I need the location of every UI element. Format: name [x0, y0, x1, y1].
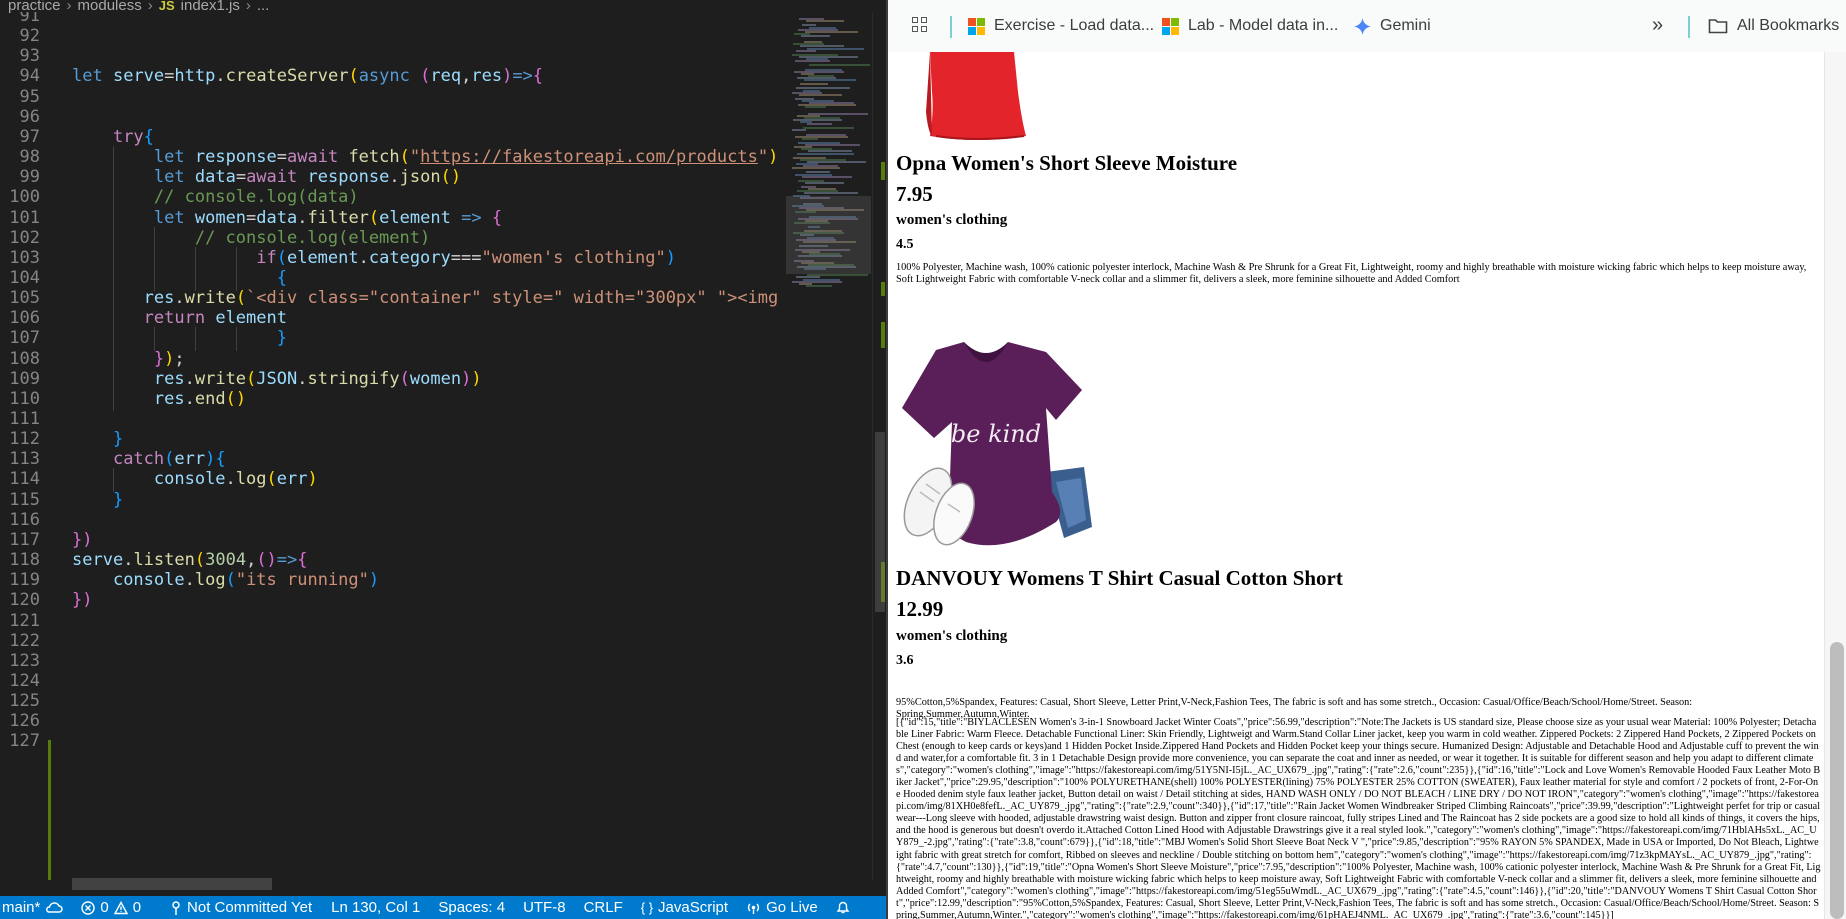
error-count: 0	[100, 899, 109, 916]
editor-vertical-scrollbar[interactable]	[872, 12, 886, 880]
minimap-line	[805, 144, 860, 147]
minimap-line	[809, 64, 870, 67]
folder-icon	[1708, 19, 1728, 34]
minimap-line	[807, 123, 832, 126]
scrollbar-change-mark	[881, 282, 885, 296]
branch-status[interactable]: main*	[0, 899, 72, 916]
cursor-position[interactable]: Ln 130, Col 1	[321, 899, 429, 916]
bookmark-separator	[1688, 16, 1690, 38]
problems-status[interactable]: 0 0	[72, 899, 150, 916]
branch-label: main*	[2, 899, 41, 916]
notifications-button[interactable]	[827, 900, 859, 915]
minimap-line	[803, 127, 854, 130]
all-bookmarks-button[interactable]: All Bookmarks	[1708, 17, 1839, 35]
warning-count: 0	[132, 899, 142, 916]
bookmark-label: Lab - Model data in...	[1188, 17, 1339, 34]
code-line[interactable]: 127	[0, 730, 785, 754]
eol-status[interactable]: CRLF	[575, 899, 632, 916]
encoding-status[interactable]: UTF-8	[514, 899, 575, 916]
page-scrollbar[interactable]	[1824, 52, 1846, 919]
git-added-gutter-mark	[48, 740, 51, 880]
sync-cloud-icon	[46, 901, 64, 913]
browser-window: Exercise - Load data... Lab - Model data…	[886, 0, 1846, 919]
minimap-line	[799, 93, 842, 96]
gemini-icon	[1354, 17, 1371, 35]
scrollbar-thumb[interactable]	[875, 432, 885, 612]
minimap-line	[792, 167, 840, 170]
minimap-line	[802, 137, 818, 140]
microsoft-icon	[968, 17, 985, 35]
warning-icon	[113, 900, 128, 914]
product-category: women's clothing	[896, 212, 1008, 228]
minimap-line	[800, 83, 828, 86]
bookmark-lab[interactable]: Lab - Model data in...	[1162, 17, 1338, 35]
code-area[interactable]: 91 92 93 94 let serve=http.createServer(asyn…	[0, 12, 785, 880]
editor-horizontal-scrollbar[interactable]	[72, 878, 272, 890]
microsoft-icon	[1162, 17, 1179, 35]
minimap-line	[806, 20, 844, 23]
product-rating: 3.6	[896, 653, 914, 668]
broadcast-icon	[747, 903, 760, 914]
minimap-line	[804, 79, 856, 81]
git-blame-status[interactable]: Not Committed Yet	[150, 899, 321, 916]
product-description: 100% Polyester, Machine wash, 100% catio…	[896, 262, 1807, 285]
product-rating: 4.5	[896, 237, 914, 252]
product-title: DANVOUY Womens T Shirt Casual Cotton Sho…	[896, 566, 1343, 590]
go-live-button[interactable]: Go Live	[737, 899, 827, 916]
product-image-red-shirt	[926, 52, 1026, 140]
page-scrollbar-thumb[interactable]	[1830, 642, 1844, 919]
minimap-line	[802, 175, 852, 178]
bookmark-exercise[interactable]: Exercise - Load data...	[968, 17, 1154, 35]
minimap-line	[806, 284, 832, 287]
language-mode[interactable]: { } JavaScript	[632, 899, 737, 916]
braces-icon: { }	[640, 900, 654, 915]
web-page-content: Opna Women's Short Sleeve Moisture 7.95 …	[896, 52, 1824, 919]
more-bookmarks-button[interactable]: »	[1652, 14, 1663, 37]
product-price: 12.99	[896, 597, 944, 621]
minimap-slider[interactable]	[786, 196, 871, 274]
apps-button[interactable]	[912, 17, 927, 32]
commit-label: Not Committed Yet	[187, 899, 313, 916]
product-price: 7.95	[896, 182, 933, 206]
minimap-line	[801, 34, 830, 37]
language-label: JavaScript	[658, 899, 729, 916]
minimap-line	[805, 181, 844, 184]
product-title: Opna Women's Short Sleeve Moisture	[896, 151, 1238, 175]
minimap-line	[792, 129, 806, 132]
minimap-line	[797, 152, 854, 155]
minimap-line	[805, 30, 858, 33]
js-file-icon: JS	[158, 0, 175, 13]
bookmark-label: Exercise - Load data...	[994, 17, 1155, 34]
git-commit-icon	[172, 900, 180, 915]
go-live-label: Go Live	[766, 899, 818, 916]
product-category: women's clothing	[896, 628, 1008, 644]
product-image-purple-shirt: be kind	[902, 342, 1092, 546]
minimap[interactable]	[786, 12, 871, 880]
minimap-line	[804, 192, 858, 195]
indentation-status[interactable]: Spaces: 4	[429, 899, 514, 916]
bell-icon	[836, 901, 850, 914]
all-bookmarks-label: All Bookmarks	[1737, 17, 1840, 34]
minimap-line	[805, 106, 826, 109]
shirt-print-text: be kind	[951, 420, 1041, 448]
bookmark-label: Gemini	[1380, 17, 1431, 34]
chevron-double-right-icon: »	[1652, 14, 1664, 36]
bookmark-separator	[950, 16, 952, 38]
scrollbar-change-mark	[881, 162, 885, 180]
error-icon	[81, 900, 96, 915]
scrollbar-change-mark	[881, 322, 885, 348]
json-output: [{"id":15,"title":"BIYLACLESEN Women's 3…	[896, 717, 1821, 919]
bookmarks-bar: Exercise - Load data... Lab - Model data…	[888, 0, 1846, 52]
code-editor[interactable]: practice › moduless › JS index1.js › ...…	[0, 0, 886, 919]
minimap-line	[796, 49, 816, 52]
bookmark-gemini[interactable]: Gemini	[1354, 17, 1431, 35]
apps-grid-icon	[912, 17, 927, 32]
status-bar: main* 0 0 Not Committed Yet Ln 130, Col …	[0, 896, 886, 919]
line-number: 127	[9, 731, 40, 752]
minimap-line	[795, 60, 830, 63]
